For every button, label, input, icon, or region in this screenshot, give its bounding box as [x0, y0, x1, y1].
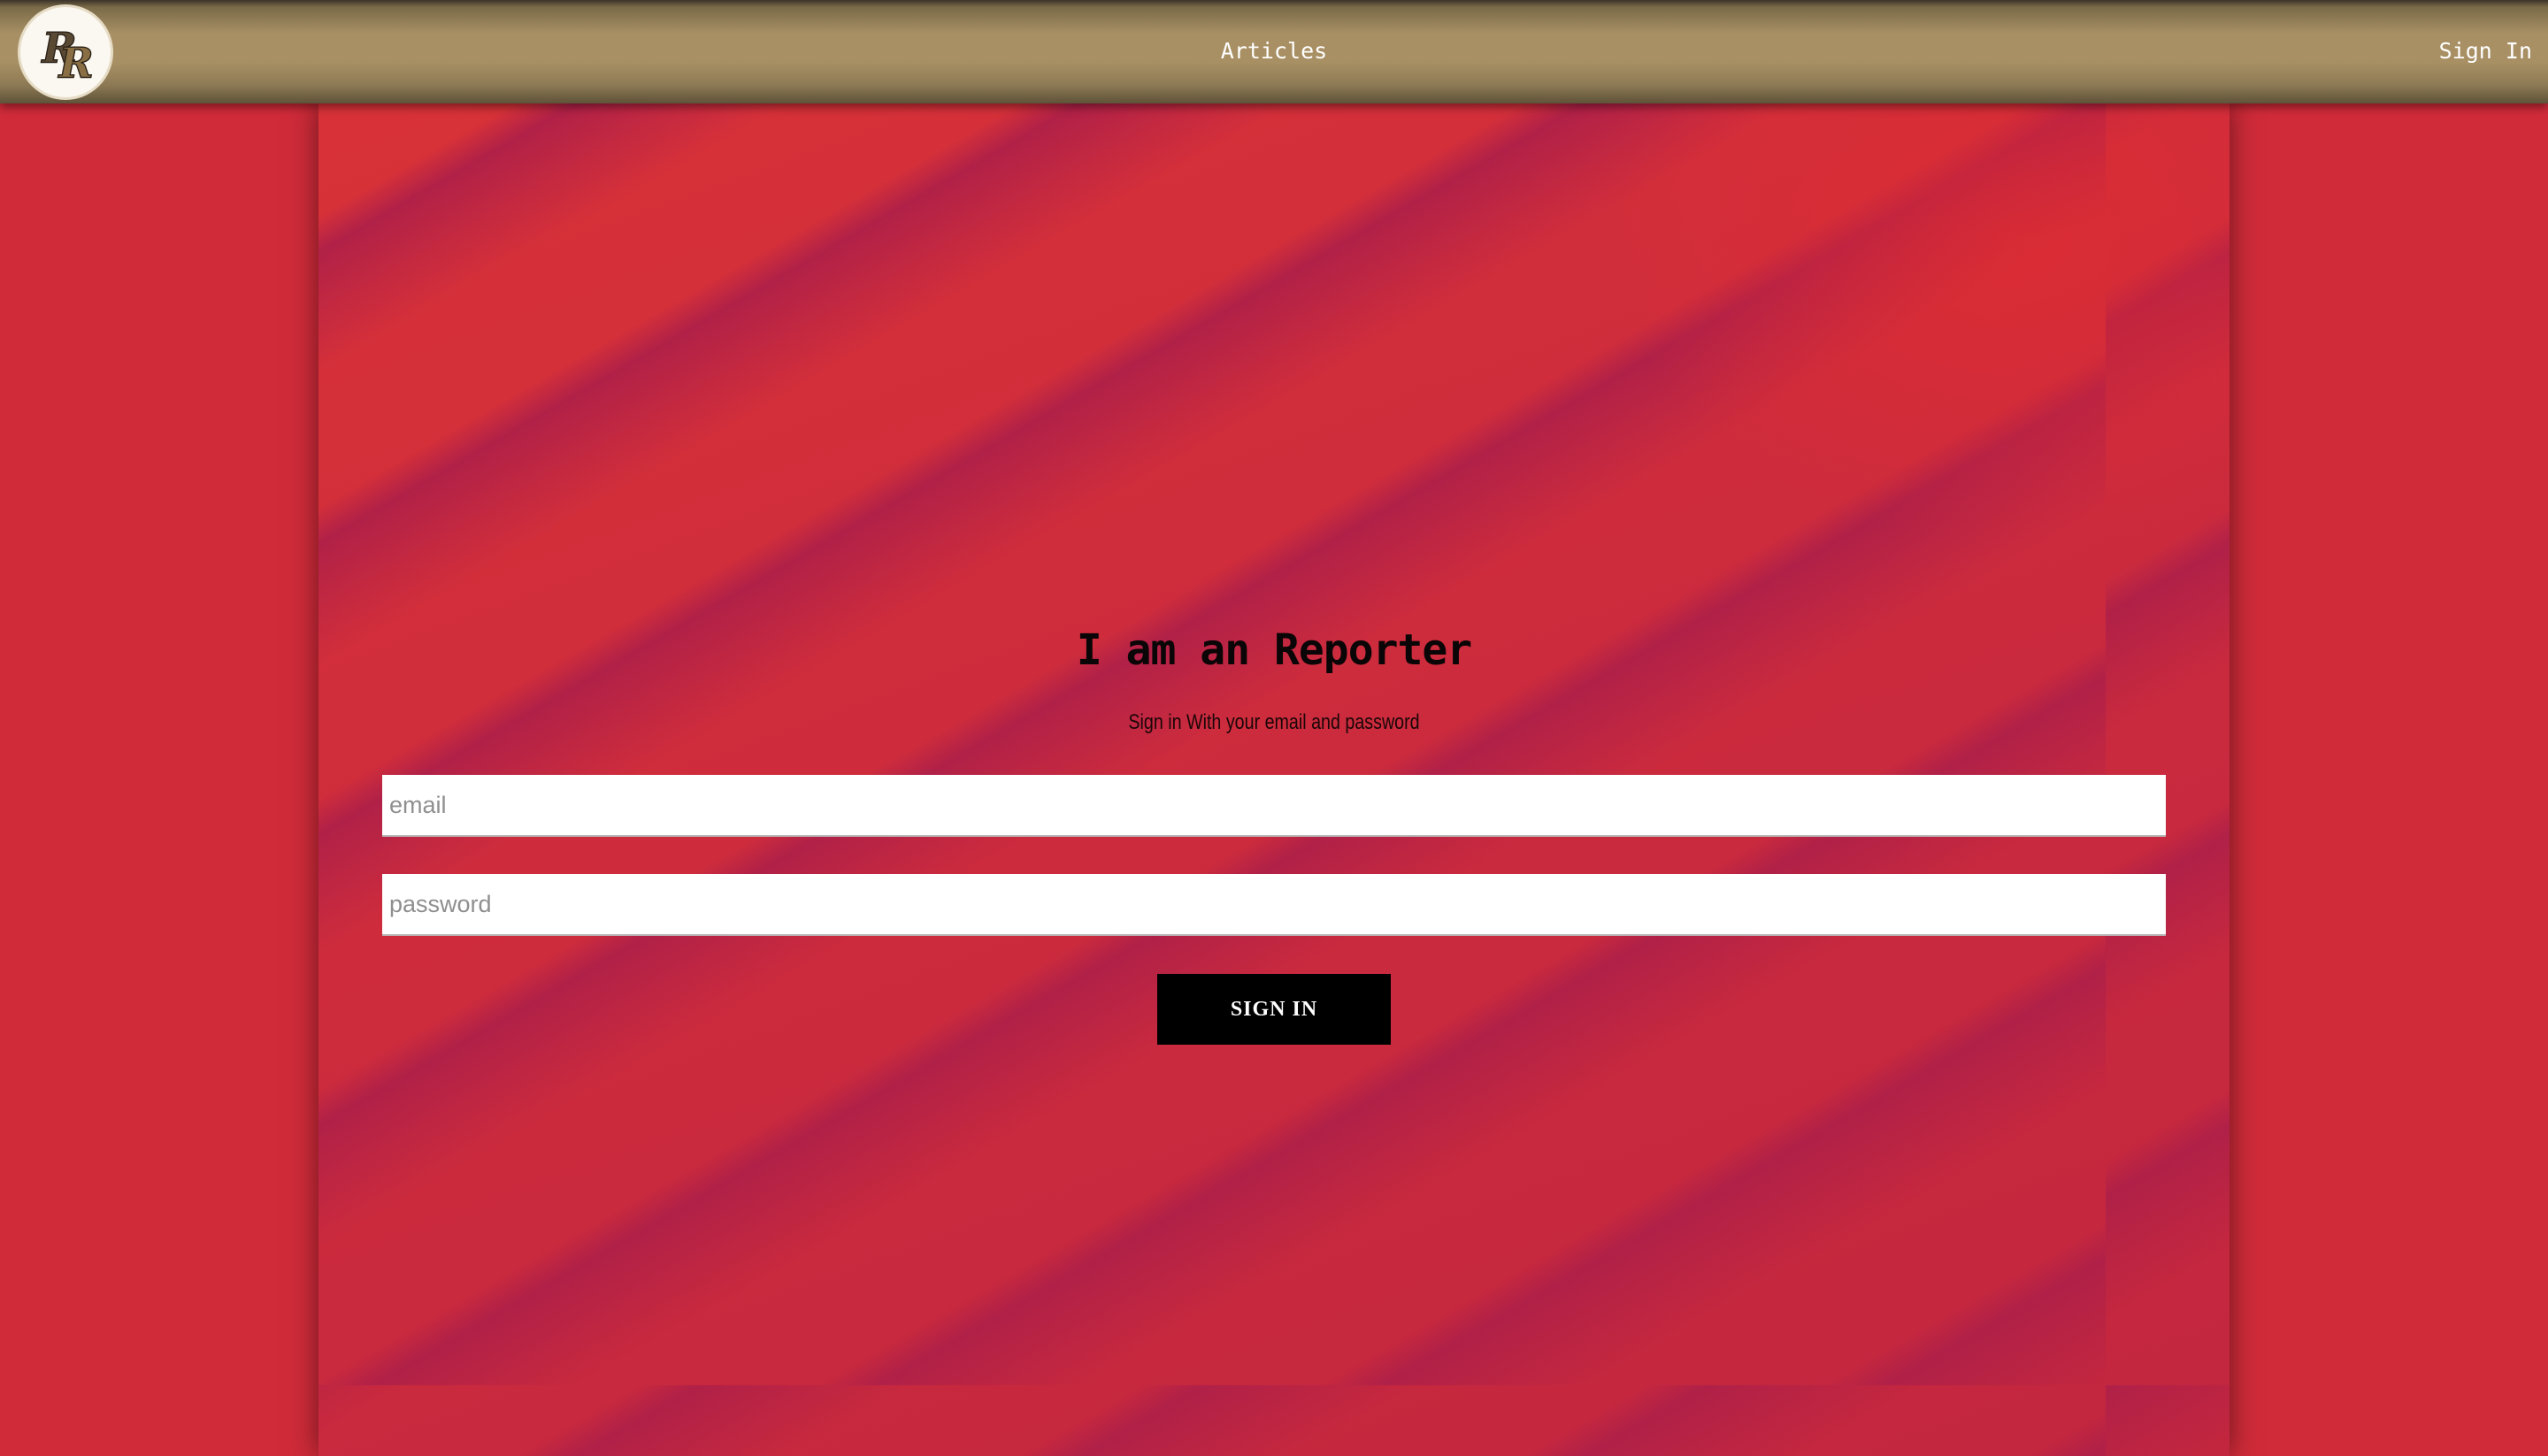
email-field[interactable]	[382, 775, 2166, 837]
page-title: I am an Reporter	[1076, 625, 1472, 675]
nav-articles-link[interactable]: Articles	[1221, 38, 1327, 64]
background-glow	[1610, 103, 2230, 546]
password-field[interactable]	[382, 874, 2166, 936]
nav-signin-link[interactable]: Sign In	[2439, 35, 2532, 67]
svg-text:R: R	[57, 39, 93, 88]
nav-articles-wrapper: Articles	[0, 35, 2548, 67]
signin-button[interactable]: SIGN IN	[1157, 974, 1391, 1045]
signin-subtitle: Sign in With your email and password	[1128, 710, 1420, 734]
rr-logo-icon[interactable]: R R	[18, 4, 113, 100]
top-navbar: R R Articles Sign In	[0, 0, 2548, 103]
signin-panel: I am an Reporter Sign in With your email…	[318, 103, 2230, 1456]
